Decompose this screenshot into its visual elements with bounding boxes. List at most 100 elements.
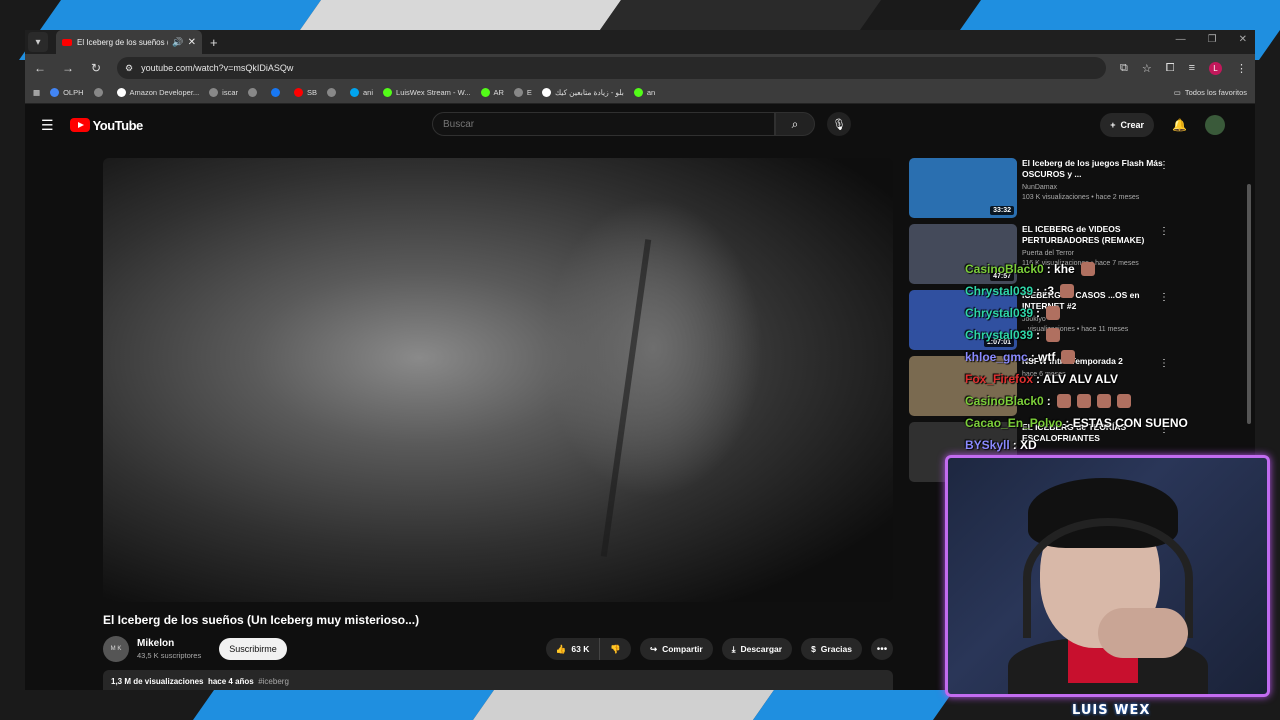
- bookmarks-bar: ▦ OLPH Amazon Developer... iscar SB ani LuisW…: [25, 82, 1255, 104]
- bookmark-item[interactable]: SB: [294, 88, 317, 97]
- more-actions-icon[interactable]: •••: [871, 638, 893, 660]
- chat-username: Chrystal039: [965, 284, 1034, 298]
- video-thumbnail[interactable]: 33:32: [909, 158, 1017, 218]
- maximize-icon[interactable]: ❐: [1208, 34, 1217, 45]
- thanks-button[interactable]: $ Gracias: [801, 638, 862, 660]
- description-box[interactable]: 1,3 M de visualizaciones hace 4 años #ic…: [103, 670, 893, 690]
- channel-avatar[interactable]: M K: [103, 636, 129, 662]
- notifications-bell-icon[interactable]: 🔔: [1172, 118, 1187, 132]
- webcam-overlay: [945, 455, 1270, 697]
- subscribe-button[interactable]: Suscribirme: [219, 638, 287, 660]
- bookmark-item[interactable]: LuisWex Stream - W...: [383, 88, 471, 97]
- tab-bar: ▾ El Iceberg de los sueños (U 🔊 ✕ + — ❐ …: [25, 30, 1255, 54]
- page-scrollbar[interactable]: [1247, 184, 1251, 424]
- bookmark-item[interactable]: AR: [480, 88, 504, 97]
- bookmark-favicon-icon: [294, 88, 303, 97]
- reload-icon[interactable]: ↻: [89, 61, 103, 75]
- chat-message: BYSkyll : XD: [965, 434, 1185, 456]
- emote-icon: [1060, 284, 1075, 298]
- cast-icon[interactable]: ⧉: [1120, 62, 1128, 75]
- channel-row: M K Mikelon 43,5 K suscriptores Suscribi…: [103, 634, 893, 664]
- more-options-icon[interactable]: ⋮: [1159, 160, 1169, 171]
- channel-name[interactable]: Mikelon: [137, 638, 201, 649]
- recommendation-title[interactable]: EL ICEBERG de VIDEOS PERTURBADORES (REMA…: [1022, 224, 1172, 246]
- header-actions: + Crear 🔔: [1100, 113, 1225, 137]
- minimize-icon[interactable]: —: [1176, 34, 1186, 45]
- account-avatar[interactable]: [1205, 115, 1225, 135]
- chat-username: Chrystal039: [965, 328, 1034, 342]
- extensions-icon[interactable]: ⧠: [1166, 62, 1175, 75]
- site-info-icon[interactable]: ⚙: [125, 63, 133, 74]
- toolbar-right: ⧉ ☆ ⧠ ≡ L ⋮: [1120, 61, 1247, 75]
- bookmark-item[interactable]: بلو - زيادة متابعين كيك: [541, 88, 624, 97]
- chat-text: : ALV ALV ALV: [1036, 372, 1119, 386]
- download-button[interactable]: ⤓ Descargar: [721, 638, 793, 660]
- bookmark-item[interactable]: E: [513, 88, 532, 97]
- bookmark-item[interactable]: an: [633, 88, 655, 97]
- search-icon[interactable]: ⌕: [775, 112, 815, 136]
- recommendation-channel[interactable]: NunDamax: [1022, 184, 1172, 191]
- bookmark-favicon-icon: [327, 88, 337, 97]
- tab-title: El Iceberg de los sueños (U: [77, 37, 169, 47]
- bookmark-item[interactable]: [248, 88, 261, 97]
- bookmark-favicon-icon: [209, 88, 219, 97]
- download-icon: ⤓: [731, 643, 736, 654]
- menu-icon[interactable]: ⋮: [1236, 62, 1247, 75]
- recommendation-item[interactable]: 33:32 El Iceberg de los juegos Flash Más…: [909, 158, 1229, 218]
- all-bookmarks[interactable]: ▭ Todos los favoritos: [1174, 88, 1247, 97]
- hashtag-link[interactable]: #iceberg: [258, 677, 289, 686]
- media-icon[interactable]: ≡: [1189, 62, 1195, 74]
- bookmark-item[interactable]: [327, 88, 340, 97]
- dislike-button[interactable]: 👎: [600, 638, 631, 660]
- search-input[interactable]: [432, 112, 775, 136]
- speaker-icon[interactable]: 🔊: [172, 37, 183, 48]
- url-field[interactable]: ⚙ youtube.com/watch?v=msQkIDiASQw: [117, 57, 1107, 79]
- like-button[interactable]: 👍 63 K: [545, 638, 601, 660]
- hamburger-menu-icon[interactable]: ☰: [41, 117, 54, 134]
- bookmark-favicon-icon: [383, 88, 393, 97]
- active-tab[interactable]: El Iceberg de los sueños (U 🔊 ✕: [56, 30, 202, 54]
- share-button[interactable]: ↪ Compartir: [639, 638, 713, 660]
- chat-text: :: [1036, 328, 1041, 342]
- back-icon[interactable]: ←: [33, 61, 47, 75]
- microphone-icon[interactable]: 🎙: [827, 112, 851, 136]
- recommendation-title[interactable]: El Iceberg de los juegos Flash Más OSCUR…: [1022, 158, 1172, 180]
- chat-text: :: [1036, 306, 1041, 320]
- stream-chat-overlay: CasinoBlack0 : khe Chrystal039 : :3 Chryst…: [965, 258, 1188, 456]
- video-title: El Iceberg de los sueños (Un Iceberg muy…: [103, 613, 420, 627]
- chat-message: Chrystal039 : :3: [965, 280, 1185, 302]
- bookmark-item[interactable]: iscar: [209, 88, 238, 97]
- bookmark-favicon-icon: [248, 88, 257, 97]
- youtube-logo[interactable]: YouTube: [69, 118, 143, 133]
- star-icon[interactable]: ☆: [1142, 62, 1152, 75]
- channel-info: Mikelon 43,5 K suscriptores: [137, 638, 201, 660]
- chat-username: Fox_Firefox: [965, 372, 1034, 386]
- bookmark-label: E: [526, 88, 532, 97]
- video-player[interactable]: [103, 158, 893, 602]
- bookmark-favicon-icon: [480, 88, 490, 97]
- video-actions: 👍 63 K 👎 ↪ Compartir ⤓ Descargar $ Graci…: [545, 638, 893, 660]
- thanks-label: Gracias: [820, 644, 852, 654]
- bookmark-item[interactable]: Amazon Developer...: [116, 88, 200, 97]
- create-button[interactable]: + Crear: [1100, 113, 1155, 137]
- profile-avatar[interactable]: L: [1209, 61, 1222, 75]
- window-controls: — ❐ ✕: [1176, 34, 1247, 45]
- new-tab-button[interactable]: +: [210, 35, 218, 50]
- download-label: Descargar: [740, 644, 783, 654]
- bookmark-item[interactable]: ani: [350, 88, 373, 97]
- bookmark-item[interactable]: OLPH: [50, 88, 84, 97]
- bookmark-label: Amazon Developer...: [129, 88, 200, 97]
- recommendation-channel[interactable]: Puerta del Terror: [1022, 250, 1172, 257]
- like-dislike-group: 👍 63 K 👎: [545, 638, 631, 660]
- bookmark-item[interactable]: [271, 88, 284, 97]
- youtube-favicon-icon: [62, 38, 72, 46]
- emote-icon: [1096, 394, 1111, 408]
- close-tab-icon[interactable]: ✕: [188, 37, 196, 48]
- tab-search-icon[interactable]: ▾: [28, 32, 48, 52]
- bookmark-item[interactable]: [93, 88, 107, 97]
- close-window-icon[interactable]: ✕: [1239, 34, 1247, 45]
- chat-text: : khe: [1046, 262, 1075, 276]
- apps-icon[interactable]: ▦: [33, 88, 40, 97]
- forward-icon[interactable]: →: [61, 61, 75, 75]
- more-options-icon[interactable]: ⋮: [1159, 226, 1169, 237]
